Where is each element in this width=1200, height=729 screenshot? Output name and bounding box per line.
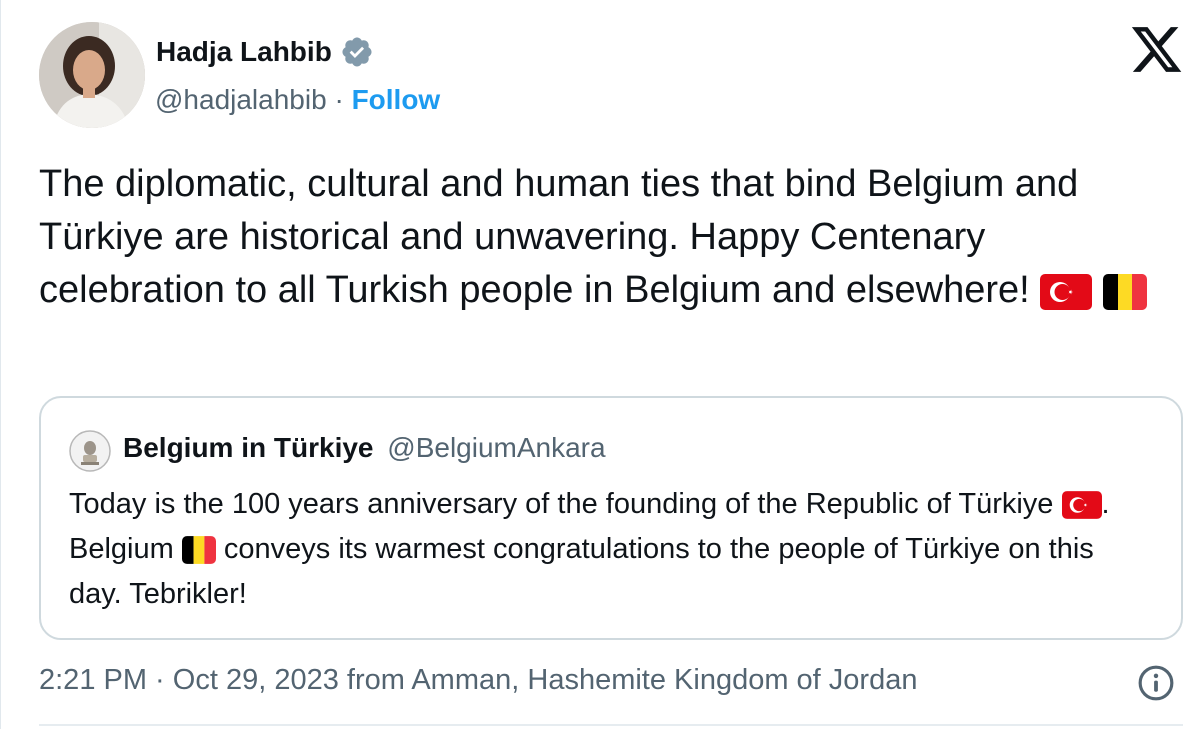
- belgium-flag-icon: [181, 536, 216, 565]
- avatar-image: [39, 22, 145, 128]
- turkey-flag-icon: [1040, 273, 1093, 310]
- tweet-text: The diplomatic, cultural and human ties …: [39, 158, 1179, 317]
- belgium-flag-icon: [1102, 273, 1147, 310]
- tweet-metadata[interactable]: 2:21 PM · Oct 29, 2023 from Amman, Hashe…: [39, 664, 917, 697]
- author-name[interactable]: Hadja Lahbib: [156, 36, 332, 68]
- verified-badge-icon: [342, 37, 372, 67]
- tweet-body: The diplomatic, cultural and human ties …: [39, 163, 1079, 311]
- tweet-card: Hadja Lahbib @hadjalahbib · Follow The d…: [0, 0, 1200, 729]
- bottom-divider: [39, 724, 1183, 726]
- author-name-row: Hadja Lahbib: [156, 35, 374, 69]
- quoted-tweet[interactable]: Belgium in Türkiye @BelgiumAnkara Today …: [39, 396, 1183, 640]
- author-avatar[interactable]: [39, 22, 145, 128]
- quoted-text-part-3: conveys its warmest congratulations to t…: [69, 533, 1094, 610]
- author-handle-row: @hadjalahbib · Follow: [155, 84, 440, 116]
- quoted-author-name[interactable]: Belgium in Türkiye: [123, 432, 374, 463]
- quoted-account-avatar[interactable]: [69, 430, 111, 472]
- author-handle[interactable]: @hadjalahbib: [155, 84, 327, 115]
- quoted-text-part-1: Today is the 100 years anniversary of th…: [69, 488, 1062, 520]
- follow-button[interactable]: Follow: [352, 84, 441, 115]
- x-logo-icon[interactable]: [1129, 22, 1184, 77]
- turkey-flag-icon: [1061, 491, 1102, 520]
- quoted-author-row: Belgium in Türkiye @BelgiumAnkara: [123, 432, 606, 464]
- handle-separator: ·: [326, 84, 352, 115]
- info-icon[interactable]: [1137, 664, 1175, 702]
- quoted-tweet-text: Today is the 100 years anniversary of th…: [69, 482, 1149, 617]
- quoted-author-handle[interactable]: @BelgiumAnkara: [387, 432, 605, 463]
